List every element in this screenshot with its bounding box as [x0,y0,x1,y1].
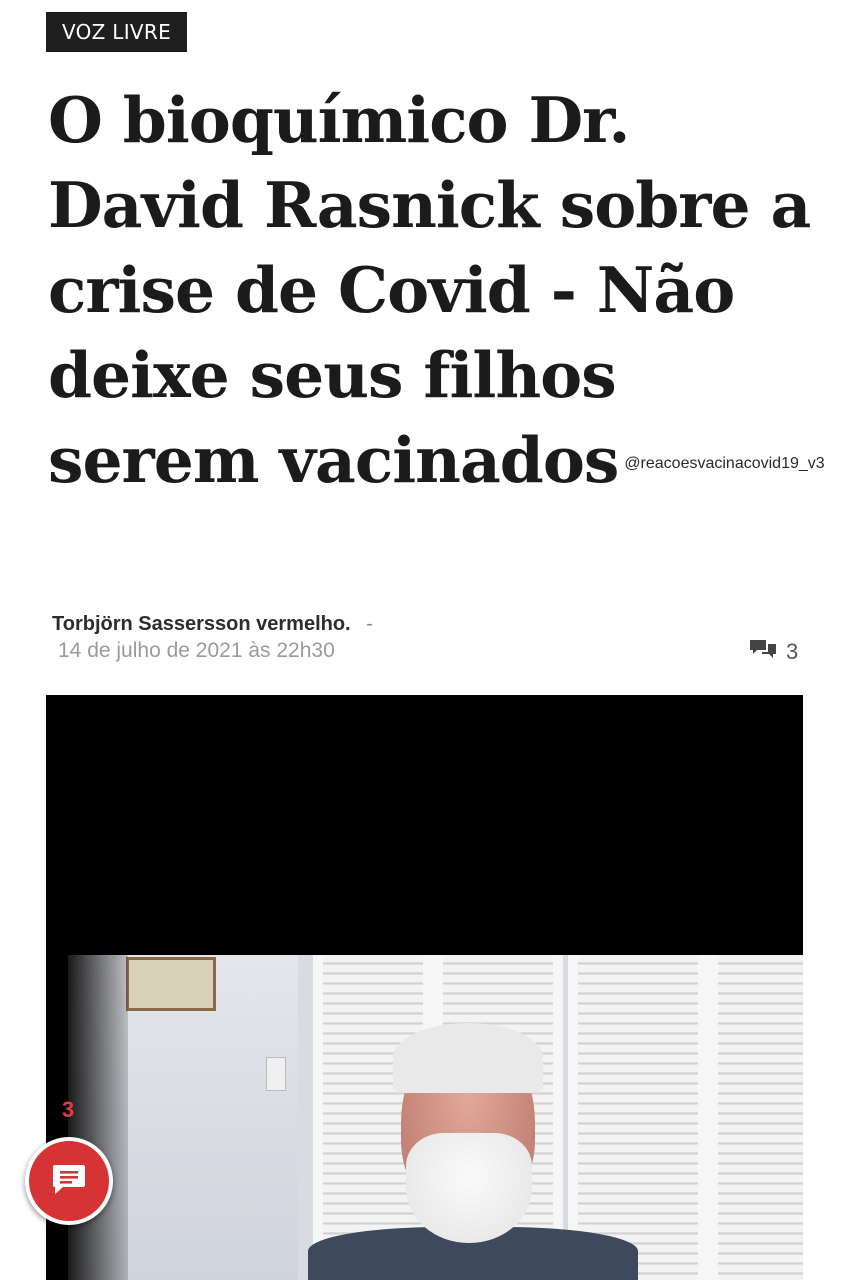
watermark: @reacoesvacinacovid19_v3 [624,455,825,472]
publish-date: 14 de julho de 2021 às 22h30 [58,639,335,662]
light-switch [266,1057,286,1091]
article-title-text: O bioquímico Dr. David Rasnick sobre a c… [48,83,811,497]
comment-count: 3 [786,639,799,664]
chat-button[interactable] [25,1137,113,1225]
comments-icon [748,638,778,666]
video-player[interactable] [46,695,803,1280]
author-name[interactable]: Torbjörn Sassersson vermelho. [52,613,351,635]
byline-separator: - [366,613,373,635]
notification-badge: 3 [62,1097,75,1122]
shadow [68,955,128,1280]
closet-door [708,955,803,1280]
category-tag[interactable]: VOZ LIVRE [46,12,187,52]
chat-icon [49,1159,89,1204]
article-title: O bioquímico Dr. David Rasnick sobre a c… [48,78,838,506]
person-beard [406,1133,532,1243]
video-frame [68,955,803,1280]
closet-door [568,955,708,1280]
comments-link[interactable]: 3 [748,638,798,666]
wall-picture [126,957,216,1011]
byline: Torbjörn Sassersson vermelho. - [52,612,373,636]
person-hair [393,1023,543,1093]
